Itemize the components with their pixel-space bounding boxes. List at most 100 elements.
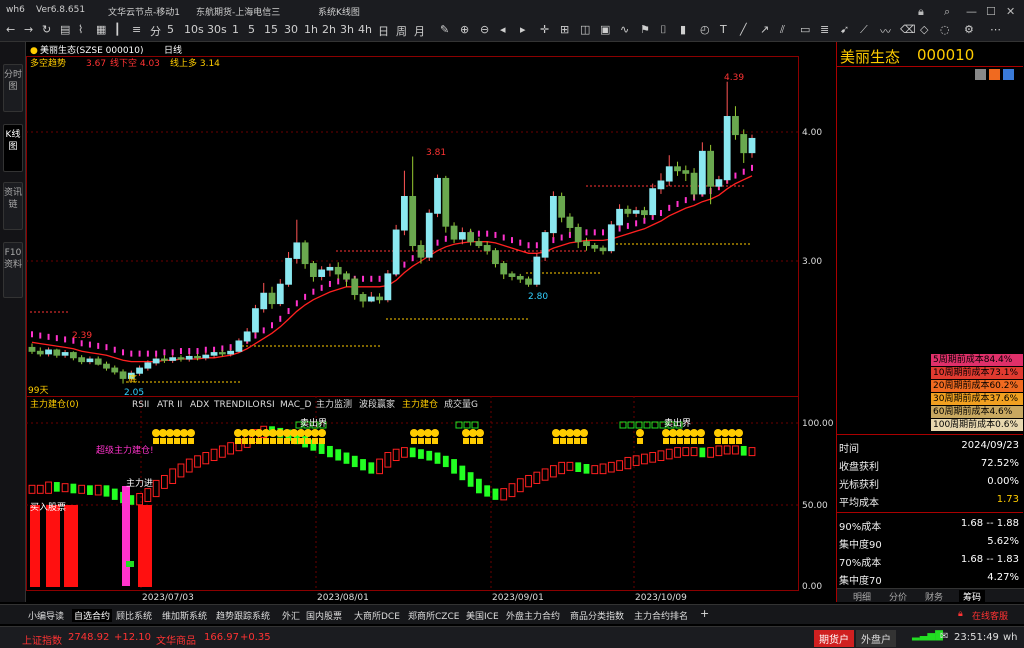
forward-icon[interactable]: → (24, 23, 33, 39)
search-icon[interactable]: ⌕ (944, 5, 950, 19)
more-icon[interactable]: ⋯ (990, 23, 1001, 39)
stat-time-value: 2024/09/23 (961, 440, 1019, 451)
btab-add[interactable]: + (700, 607, 709, 620)
draw-fib-icon[interactable]: ≣ (820, 23, 829, 39)
btab-vegas[interactable]: 维加斯系统 (162, 609, 207, 622)
period-30m[interactable]: 30 (284, 23, 298, 39)
index-1-name[interactable]: 上证指数 (22, 632, 62, 647)
account-futures-button[interactable]: 期货户 (814, 630, 854, 647)
btab-commodity-index[interactable]: 商品分类指数 (570, 609, 624, 622)
maximize-icon[interactable]: ☐ (986, 5, 996, 18)
tool-zoom-out-icon[interactable]: ⊖ (480, 23, 489, 39)
btab-ice[interactable]: 美国ICE (466, 609, 499, 622)
period-10s[interactable]: 10s (184, 23, 204, 39)
tool-ruler-icon[interactable]: ⊞ (560, 23, 569, 39)
period-2h[interactable]: 2h (322, 23, 336, 39)
period-3h[interactable]: 3h (340, 23, 354, 39)
tab-news[interactable]: 资讯链 (3, 182, 23, 230)
btab-dce[interactable]: 大商所DCE (354, 609, 400, 622)
period-15m[interactable]: 15 (264, 23, 278, 39)
btab-trend[interactable]: 趋势跟踪系统 (216, 609, 270, 622)
btab-czce[interactable]: 郑商所CZCE (408, 609, 459, 622)
annot-280: 2.80 (528, 292, 548, 302)
tool-text-icon[interactable]: T (720, 23, 727, 39)
panel-tool-icon-2[interactable] (989, 69, 1000, 80)
period-month[interactable]: 月 (414, 23, 425, 39)
panel-tool-icon-3[interactable] (1003, 69, 1014, 80)
back-icon[interactable]: ← (6, 23, 15, 39)
draw-rect-icon[interactable]: ▭ (800, 23, 810, 39)
message-icon[interactable]: ✉ (940, 631, 948, 642)
close-icon[interactable]: ✕ (1006, 5, 1015, 18)
chart-icon[interactable]: ⌇ (78, 23, 83, 39)
period-30s[interactable]: 30s (207, 23, 227, 39)
sub-bar (723, 445, 731, 455)
kline-chart-area[interactable]: ● 美丽生态(SZSE 000010) 日线 多空趋势 3.67 线下空 4.0… (26, 42, 834, 603)
tool-crosshair-icon[interactable]: ✛ (540, 23, 549, 39)
tool-right-icon[interactable]: ▸ (520, 23, 526, 39)
label-sell-2: 卖出界 (664, 417, 691, 429)
btab-guide[interactable]: 小编导读 (28, 609, 64, 622)
tab-timeshare[interactable]: 分时图 (3, 64, 23, 112)
settings-gear-icon[interactable]: ⚙ (964, 23, 974, 39)
draw-lock-icon[interactable]: ◇ (920, 23, 928, 39)
tool-clock-icon[interactable]: ◴ (700, 23, 710, 39)
candle-body (492, 250, 499, 265)
tool-layout-icon[interactable]: ▣ (600, 23, 610, 39)
online-service[interactable]: 在线客服 (972, 609, 1008, 622)
panel-tab-price[interactable]: 分价 (889, 590, 907, 603)
period-1h[interactable]: 1h (304, 23, 318, 39)
period-week[interactable]: 周 (396, 23, 407, 39)
kline-chart[interactable]: ● 美丽生态(SZSE 000010) 日线 多空趋势 3.67 线下空 4.0… (26, 42, 834, 603)
period-day[interactable]: 日 (378, 23, 389, 39)
candle-body (202, 354, 210, 359)
tool-left-icon[interactable]: ◂ (500, 23, 506, 39)
draw-ray-icon[interactable]: ↗ (760, 23, 769, 39)
tool-zoom-in-icon[interactable]: ⊕ (460, 23, 469, 39)
kline-icon[interactable]: ┃ (114, 23, 121, 39)
smile-signal (683, 429, 691, 437)
draw-line-icon[interactable]: ╱ (740, 23, 747, 39)
panel-tab-chips[interactable]: 筹码 (959, 590, 986, 603)
minimize-icon[interactable]: — (966, 5, 977, 18)
panel-tab-finance[interactable]: 财务 (925, 590, 943, 603)
tool-pin-icon[interactable]: ✎ (440, 23, 449, 39)
period-1m[interactable]: 1 (232, 23, 239, 39)
draw-parallel-icon[interactable]: ⫽ (780, 23, 785, 39)
period-minute[interactable]: 分 (150, 23, 161, 39)
period-4h[interactable]: 4h (358, 23, 372, 39)
btab-stocks[interactable]: 国内股票 (306, 609, 342, 622)
panel-tab-detail[interactable]: 明细 (853, 590, 871, 603)
period-5m[interactable]: 5 (248, 23, 255, 39)
draw-eraser-icon[interactable]: ⌫ (900, 23, 916, 39)
tool-volume-icon[interactable]: ▮ (680, 23, 686, 39)
tool-signal-icon[interactable]: ⚑ (640, 23, 650, 39)
btab-forex[interactable]: 外汇 (282, 609, 300, 622)
btab-watchlist[interactable]: 自选合约 (72, 609, 113, 622)
tab-kline[interactable]: K线图 (3, 124, 23, 172)
tool-candle-icon[interactable]: ⌷ (660, 23, 667, 39)
tab-f10[interactable]: F10资料 (3, 242, 23, 298)
btab-guppy[interactable]: 顾比系统 (116, 609, 152, 622)
period-5s[interactable]: 5 (167, 23, 174, 39)
tool-indicator-icon[interactable]: ∿ (620, 23, 629, 39)
grid-icon[interactable]: ▦ (96, 23, 106, 39)
draw-hide-icon[interactable]: ◌ (940, 23, 950, 39)
refresh-icon[interactable]: ↻ (42, 23, 51, 39)
btab-main-rank[interactable]: 主力合约排名 (634, 609, 688, 622)
account-foreign-button[interactable]: 外盘户 (856, 630, 896, 647)
menu-icon[interactable]: ≡ (132, 23, 141, 39)
draw-arrow-icon[interactable]: ➹ (840, 23, 849, 39)
candle-body (541, 232, 549, 258)
draw-channel-icon[interactable]: ⟋ (860, 23, 868, 39)
sub-bar (360, 459, 366, 471)
panel-tool-icon-1[interactable] (975, 69, 986, 80)
quote-icon[interactable]: ▤ (60, 23, 70, 39)
index-2-name[interactable]: 文华商品 (156, 632, 196, 647)
lock-icon[interactable]: 🔒︎ (918, 5, 924, 19)
online-service-icon[interactable]: 🔒︎ (958, 609, 963, 619)
draw-wave-icon[interactable]: 〰 (880, 23, 891, 39)
btab-foreign-main[interactable]: 外盘主力合约 (506, 609, 560, 622)
buy-block (150, 505, 152, 587)
tool-layers-icon[interactable]: ◫ (580, 23, 590, 39)
